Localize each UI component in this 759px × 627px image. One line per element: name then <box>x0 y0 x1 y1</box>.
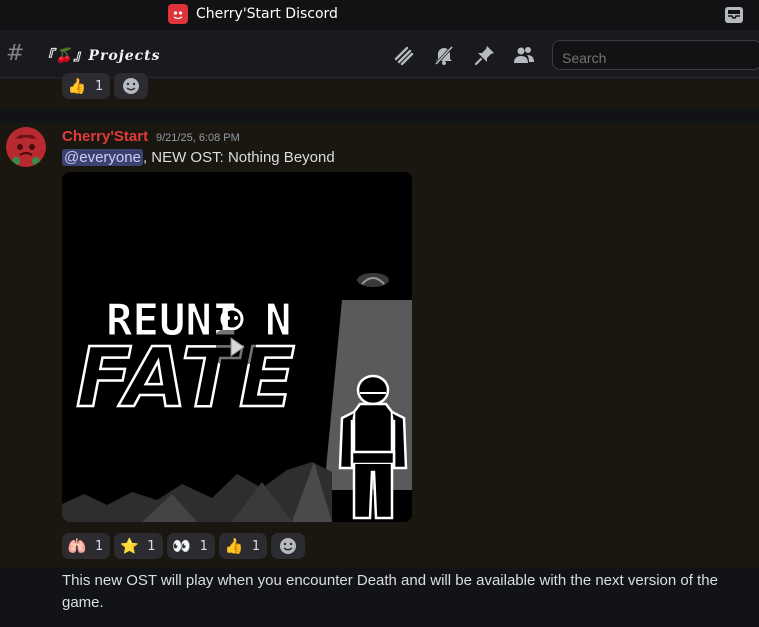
reaction-count: 1 <box>95 78 104 94</box>
lungs-icon: 🫁 <box>67 537 87 555</box>
message-author[interactable]: Cherry'Start <box>62 128 148 145</box>
search-input[interactable] <box>552 40 759 70</box>
channel-name: 『🍒』𝑷𝒓𝒐𝒋𝒆𝒄𝒕𝒔 <box>40 48 161 64</box>
message-reactions: 🫁 1 ⭐ 1 👀 1 👍 1 <box>62 533 306 559</box>
reaction-star[interactable]: ⭐ 1 <box>114 533 163 559</box>
reaction-count: 1 <box>147 538 156 554</box>
channel-hash-icon: # <box>6 41 25 66</box>
thumbs-up-icon: 👍 <box>224 537 244 555</box>
smiley-icon <box>123 78 140 94</box>
avatar[interactable] <box>6 127 46 167</box>
reaction-thumbs-up[interactable]: 👍 1 <box>218 533 268 559</box>
reaction-count: 1 <box>251 538 261 554</box>
message-timestamp: 9/21/25, 6:08 PM <box>156 132 240 144</box>
everyone-mention[interactable]: @everyone <box>62 149 143 166</box>
message-text: , NEW OST: Nothing Beyond <box>142 149 335 166</box>
reaction-count: 1 <box>95 538 104 554</box>
smiley-icon <box>280 538 297 554</box>
reaction-lungs[interactable]: 🫁 1 <box>62 533 111 559</box>
notifications-muted-icon[interactable] <box>433 44 455 66</box>
window-title: Cherry'Start Discord <box>196 6 338 22</box>
message-divider <box>0 109 759 123</box>
previous-message-reactions: 👍 1 <box>62 73 149 99</box>
inbox-icon[interactable] <box>724 5 744 25</box>
member-list-icon[interactable] <box>513 44 535 66</box>
media-title-bottom: FATE <box>76 331 297 426</box>
reaction-count: 1 <box>199 538 208 554</box>
add-reaction-button[interactable] <box>271 533 306 559</box>
message-content: @everyone, NEW OST: Nothing Beyond <box>62 149 335 166</box>
play-button[interactable] <box>216 330 256 364</box>
title-bar: Cherry'Start Discord <box>0 0 759 30</box>
threads-icon[interactable] <box>393 44 415 66</box>
follow-up-text: This new OST will play when you encounte… <box>62 572 718 611</box>
eyes-icon: 👀 <box>172 537 191 555</box>
reaction-thumbs-up[interactable]: 👍 1 <box>62 73 111 99</box>
add-reaction-button[interactable] <box>114 73 149 99</box>
reaction-eyes[interactable]: 👀 1 <box>166 533 215 559</box>
thumbs-up-icon: 👍 <box>67 77 87 95</box>
pin-icon[interactable] <box>474 44 496 66</box>
app-logo-icon <box>168 4 188 24</box>
star-icon: ⭐ <box>119 537 139 555</box>
